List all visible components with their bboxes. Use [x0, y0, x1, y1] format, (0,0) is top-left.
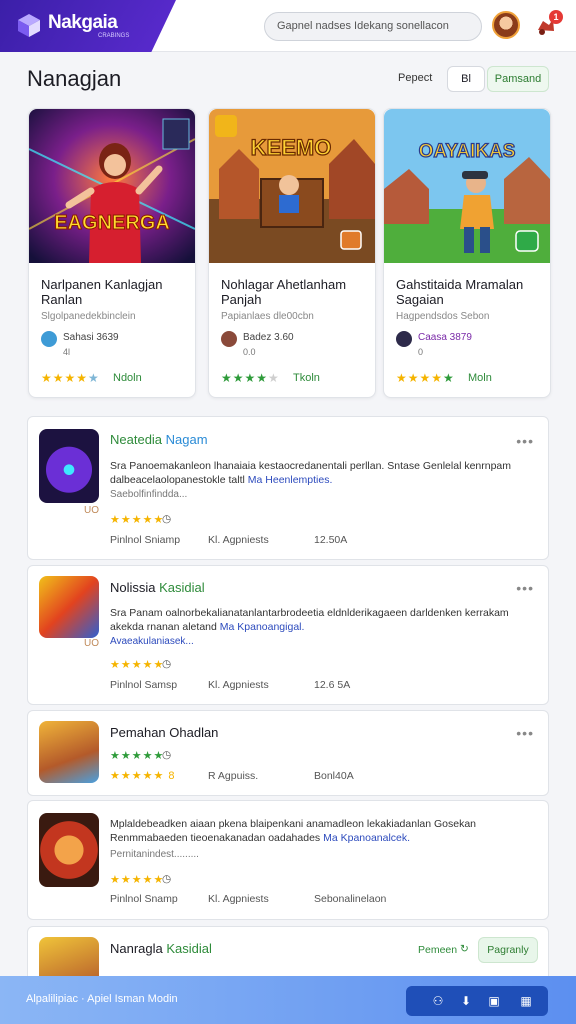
game-art-logo: OAYAIKAS [419, 141, 516, 162]
search-input[interactable]: Gapnel nadses Idekang sonellacon [264, 12, 482, 41]
item-title: Nanragla Kasidial [110, 941, 212, 956]
developer-meta: 0 [418, 347, 424, 357]
footer-text: Alpalilipiac · Apiel Isman Modin [26, 993, 178, 1005]
rating-stars: ★★★★★ [110, 514, 165, 526]
clock-icon: ◷ [162, 873, 172, 885]
game-icon [39, 721, 99, 783]
install-button[interactable]: Pagranly [478, 937, 538, 963]
list-item[interactable]: Pemahan Ohadlan ••• ★★★★★ ◷ ★★★★★ 8 R Ag… [27, 710, 549, 796]
item-meta-size: 12.6 5A [314, 679, 351, 691]
refresh-icon[interactable]: ↻ [460, 943, 469, 955]
app-tagline: CRABINGS [98, 33, 130, 39]
card-subtitle: Papianlaes dle00cbn [221, 311, 314, 322]
clock-icon: ◷ [162, 513, 172, 525]
item-meta-platform: Kl. Agpniests [208, 893, 269, 905]
item-meta-genre: Pinlnol Sniamp [110, 534, 181, 546]
card-title: Narlpanen Kanlagjan Ranlan [41, 277, 163, 307]
item-description: Sra Panoemakanleon lhanaiaia kestaocreda… [110, 460, 512, 486]
rating-stars: ★★★★★ [221, 371, 280, 385]
rating-stars: ★★★★★ [110, 659, 165, 671]
card-tag: Moln [468, 372, 492, 384]
item-meta-platform: Kl. Agpniests [208, 534, 269, 546]
sort-button[interactable]: Bl [447, 66, 485, 92]
grid-icon[interactable]: ▦ [512, 993, 540, 1009]
item-description: Sra Panam oalnorbekalianatanlantarbrodee… [110, 607, 509, 633]
item-action-label[interactable]: Pemeen [418, 944, 457, 956]
developer-name: Caasa 3879 [418, 332, 472, 343]
icon-badge: UO [84, 638, 99, 649]
icon-badge: UO [84, 505, 99, 516]
card-title: Gahstitaida Mramalan Sagaian [396, 277, 524, 307]
gallery-icon[interactable]: ▣ [486, 993, 502, 1009]
rating-stars: ★★★★★ [41, 371, 100, 385]
game-icon [39, 813, 99, 887]
clock-icon: ◷ [162, 658, 172, 670]
card-subtitle: Hagpendsdos Sebon [396, 311, 490, 322]
developer-name: Sahasi 3639 [63, 332, 119, 343]
rating-stars-secondary: ★★★★★ 8 [110, 770, 176, 782]
rating-stars: ★★★★★ [110, 750, 165, 762]
developer-meta: 4l [63, 347, 71, 357]
developer-meta: 0.0 [243, 347, 256, 357]
top-bar: Nakgaia CRABINGS Gapnel nadses Idekang s… [0, 0, 576, 52]
read-more[interactable]: Saebolfinfindda... [110, 489, 187, 500]
rating-stars: ★★★★★ [110, 874, 165, 886]
game-icon [39, 429, 99, 503]
notification-badge: 1 [549, 10, 563, 24]
game-art-image: EAGNERGA [29, 109, 195, 263]
game-art-image: KEEMO [209, 109, 375, 263]
item-meta-platform: Kl. Agpniests [208, 679, 269, 691]
item-meta-size: 12.50A [314, 534, 348, 546]
featured-card[interactable]: EAGNERGA Narlpanen Kanlagjan Ranlan Slgo… [28, 108, 196, 398]
clock-icon: ◷ [162, 749, 172, 761]
featured-card[interactable]: OAYAIKAS Gahstitaida Mramalan Sagaian Ha… [383, 108, 551, 398]
card-title: Nohlagar Ahetlanham Panjah [221, 277, 347, 307]
list-item[interactable]: UO Nolissia Kasidial ••• Sra Panam oalno… [27, 565, 549, 705]
item-title: Nolissia Kasidial [110, 580, 205, 595]
item-meta-platform: R Agpuiss. [208, 770, 259, 782]
page-title: Nanagjan [27, 66, 122, 91]
people-icon[interactable]: ⚇ [430, 993, 446, 1009]
rating-stars: ★★★★★ [396, 371, 455, 385]
game-art-logo: EAGNERGA [54, 212, 170, 234]
game-art-image: OAYAIKAS [384, 109, 550, 263]
brand-banner[interactable]: Nakgaia CRABINGS [0, 0, 176, 52]
item-description: Mplaldebeadken aiaan pkena blaipenkani a… [110, 818, 477, 844]
featured-card[interactable]: KEEMO Nohlagar Ahetlanham Panjah Papianl… [208, 108, 376, 398]
list-item[interactable]: Mplaldebeadken aiaan pkena blaipenkani a… [27, 800, 549, 920]
item-title: Neatedia Nagam [110, 432, 208, 447]
card-tag: Ndoln [113, 372, 142, 384]
list-item[interactable]: UO Neatedia Nagam ••• Sra Panoemakanleon… [27, 416, 549, 560]
developer-icon [396, 331, 412, 347]
card-tag: Tkoln [293, 372, 320, 384]
download-icon[interactable]: ⬇ [458, 993, 474, 1009]
more-options-icon[interactable]: ••• [516, 725, 534, 741]
app-name: Nakgaia [48, 12, 118, 33]
developer-name: Badez 3.60 [243, 332, 294, 343]
developer-icon [41, 331, 57, 347]
avatar[interactable] [492, 11, 520, 39]
item-meta-genre: Pinlnol Snamp [110, 893, 178, 905]
more-options-icon[interactable]: ••• [516, 580, 534, 596]
item-meta-genre: Pinlnol Samsp [110, 679, 178, 691]
developer-icon [221, 331, 237, 347]
cube-logo-icon [18, 14, 40, 37]
game-icon [39, 576, 99, 638]
read-more[interactable]: Avaeakulaniasek... [110, 636, 194, 647]
item-meta-size: Bonl40A [314, 770, 354, 782]
item-meta-size: Sebonalinelaon [314, 893, 387, 905]
read-more[interactable]: Pernitanindest......... [110, 849, 199, 860]
sort-label: Pepect [398, 72, 433, 84]
card-subtitle: Slgolpanedekbinclein [41, 311, 136, 322]
more-options-icon[interactable]: ••• [516, 433, 534, 449]
filter-button[interactable]: Pamsand [487, 66, 549, 92]
item-title: Pemahan Ohadlan [110, 725, 219, 740]
game-art-logo: KEEMO [251, 135, 332, 160]
